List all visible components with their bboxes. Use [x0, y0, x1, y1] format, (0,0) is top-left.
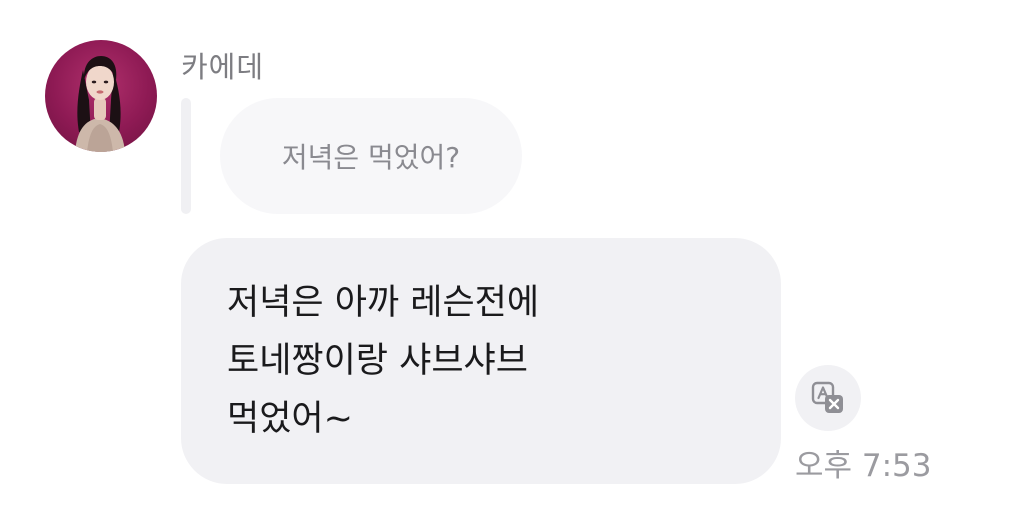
quoted-reply-text: 저녁은 먹었어? — [281, 141, 461, 174]
translate-icon — [811, 381, 843, 413]
reply-indicator-bar — [181, 98, 191, 214]
avatar[interactable] — [45, 40, 157, 152]
message-timestamp: 오후 7:53 — [795, 448, 932, 484]
message-line: 저녁은 아까 레슨전에 — [227, 283, 540, 323]
translate-button[interactable] — [795, 365, 861, 431]
message-line: 먹었어~ — [227, 399, 353, 439]
avatar-photo — [75, 56, 125, 152]
message-line: 토네짱이랑 샤브샤브 — [227, 341, 528, 381]
sender-name: 카에데 — [181, 50, 265, 84]
quoted-reply-bubble[interactable]: 저녁은 먹었어? — [220, 98, 522, 214]
message-bubble[interactable]: 저녁은 아까 레슨전에 토네짱이랑 샤브샤브 먹었어~ — [181, 238, 781, 484]
